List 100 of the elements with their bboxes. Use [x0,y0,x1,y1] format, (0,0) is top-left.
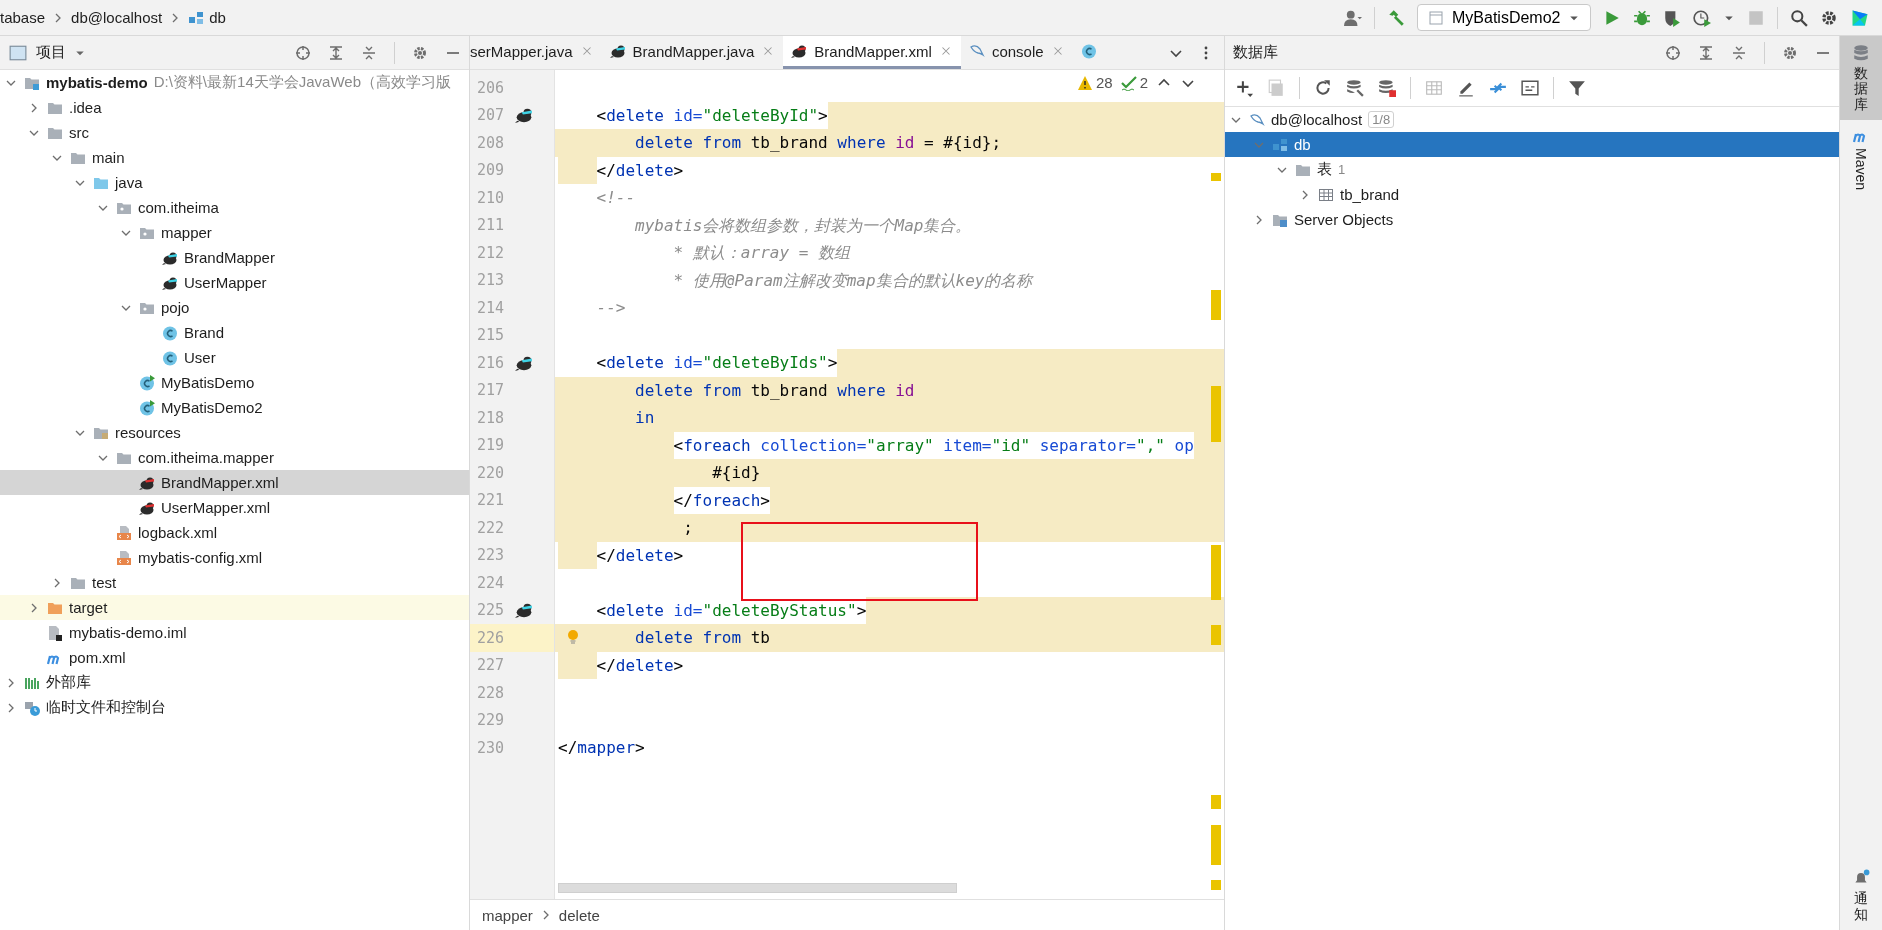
editor-tab[interactable]: console [960,36,1073,69]
tree-item[interactable]: main [0,145,469,170]
expand-all-icon[interactable] [1698,44,1714,61]
editor-tab[interactable]: serMapper.java [470,36,602,69]
tree-item[interactable]: java [0,170,469,195]
bird-icon[interactable] [513,601,535,620]
chevron-icon[interactable] [29,602,39,613]
chevron-icon[interactable] [1254,214,1264,225]
line-number: 208 [476,133,506,152]
editor-tab[interactable]: BrandMapper.xml [783,36,961,69]
tree-item[interactable]: UserMapper [0,270,469,295]
chevron-icon[interactable] [6,702,16,713]
path-hint: D:\资料\最新14天学会JavaWeb（高效学习版 [153,73,451,92]
crosshair-icon[interactable] [1665,44,1681,61]
tree-item[interactable]: mybatis-config.xml [0,545,469,570]
run-configuration-dropdown[interactable]: MyBatisDemo2 [1417,4,1591,31]
settings-icon[interactable] [1782,44,1798,61]
tree-item[interactable]: .idea [0,95,469,120]
hammer-icon[interactable] [1387,8,1405,27]
collapse-all-icon[interactable] [1731,44,1747,61]
line-number: 215 [476,326,506,345]
tree-item[interactable]: com.itheima [0,195,469,220]
add-icon[interactable] [1235,79,1253,97]
filter-icon[interactable] [1568,79,1586,97]
tree-item[interactable]: User [0,345,469,370]
tree-item[interactable]: BrandMapper [0,245,469,270]
settings-icon[interactable] [1820,8,1838,27]
typo-count: 2 [1139,74,1148,91]
dolphin-icon [968,43,985,59]
tree-item[interactable]: 表 1 [1225,157,1839,182]
expand-all-icon[interactable] [328,44,344,61]
tree-item[interactable]: mapper [0,220,469,245]
chevron-icon[interactable] [52,577,62,588]
horizontal-scrollbar[interactable] [558,883,957,893]
code-line: delete from tb [635,627,770,649]
tree-item[interactable]: MyBatisDemo2 [0,395,469,420]
tree-item[interactable]: Brand [0,320,469,345]
refresh-icon[interactable] [1314,79,1332,97]
search-icon[interactable] [1790,8,1808,27]
code-line: </mapper> [558,737,645,759]
console-icon[interactable] [1521,79,1539,97]
tree-item[interactable]: MyBatisDemo [0,370,469,395]
code-line: in [635,407,655,429]
chevron-icon[interactable] [6,677,16,688]
tree-item[interactable]: tb_brand [1225,182,1839,207]
line-number: 217 [476,381,506,400]
settings-icon[interactable] [412,44,428,61]
line-number: 226 [476,628,506,647]
tree-item[interactable]: test [0,570,469,595]
breadcrumb-item[interactable]: mapper [482,906,533,924]
tree-item[interactable]: db@localhost 1/8 [1225,107,1839,132]
line-number: 222 [476,518,506,537]
crosshair-icon[interactable] [295,44,311,61]
code-line: <!-- [596,187,636,209]
module-file-icon [47,624,63,641]
tree-item[interactable]: 外部库 [0,670,469,695]
pencil-icon[interactable] [1457,79,1475,97]
tool-window-button[interactable]: 数据库 [1840,36,1882,121]
collapse-all-icon[interactable] [361,44,377,61]
bird-icon [609,43,626,59]
inspection-widget[interactable]: 28 2 [1076,74,1196,91]
database-stop-icon[interactable] [1378,79,1396,97]
shield-run-icon[interactable] [1663,8,1681,27]
tree-item[interactable]: com.itheima.mapper [0,445,469,470]
schema-icon [1272,136,1288,153]
tree-item[interactable]: target [0,595,469,620]
database-icon[interactable] [1852,44,1870,62]
tree-item[interactable]: pom.xml [0,645,469,670]
tree-item[interactable]: db [1225,132,1839,157]
tree-item[interactable]: 临时文件和控制台 [0,695,469,720]
database-settings-icon[interactable] [1346,79,1364,97]
tool-window-button[interactable]: 通知 [1840,861,1882,930]
tree-item[interactable]: src [0,120,469,145]
tree-item[interactable]: logback.xml [0,520,469,545]
user-icon[interactable] [1344,8,1362,27]
run-icon[interactable] [1603,8,1621,27]
chevron-icon[interactable] [29,102,39,113]
warning-count: 28 [1095,74,1113,91]
tree-item[interactable]: mybatis-demo D:\资料\最新14天学会JavaWeb（高效学习版 [0,70,469,95]
xml-file-icon [116,524,132,541]
clock-run-icon[interactable] [1693,8,1711,27]
tree-item[interactable]: mybatis-demo.iml [0,620,469,645]
tree-item[interactable]: Server Objects [1225,207,1839,232]
tree-item[interactable]: resources [0,420,469,445]
tree-item[interactable]: BrandMapper.xml [0,470,469,495]
breadcrumb-item[interactable]: delete [558,906,600,924]
chevron-icon[interactable] [1300,189,1310,200]
breadcrumb-item[interactable]: db@localhost [71,9,163,26]
bird-icon[interactable] [513,106,535,125]
breadcrumb-item[interactable]: tabase [0,9,46,26]
line-number: 228 [476,683,506,702]
count-badge: 1/8 [1368,111,1395,128]
editor-tab[interactable]: BrandMapper.java [601,36,784,69]
tree-item[interactable]: pojo [0,295,469,320]
code-line: ; [683,517,693,539]
panel-title: 数据库 [1233,43,1278,62]
tool-window-button[interactable]: Maven [1840,120,1882,199]
breadcrumb-item[interactable]: db [188,9,226,26]
tree-item[interactable]: UserMapper.xml [0,495,469,520]
bug-icon[interactable] [1633,8,1651,27]
